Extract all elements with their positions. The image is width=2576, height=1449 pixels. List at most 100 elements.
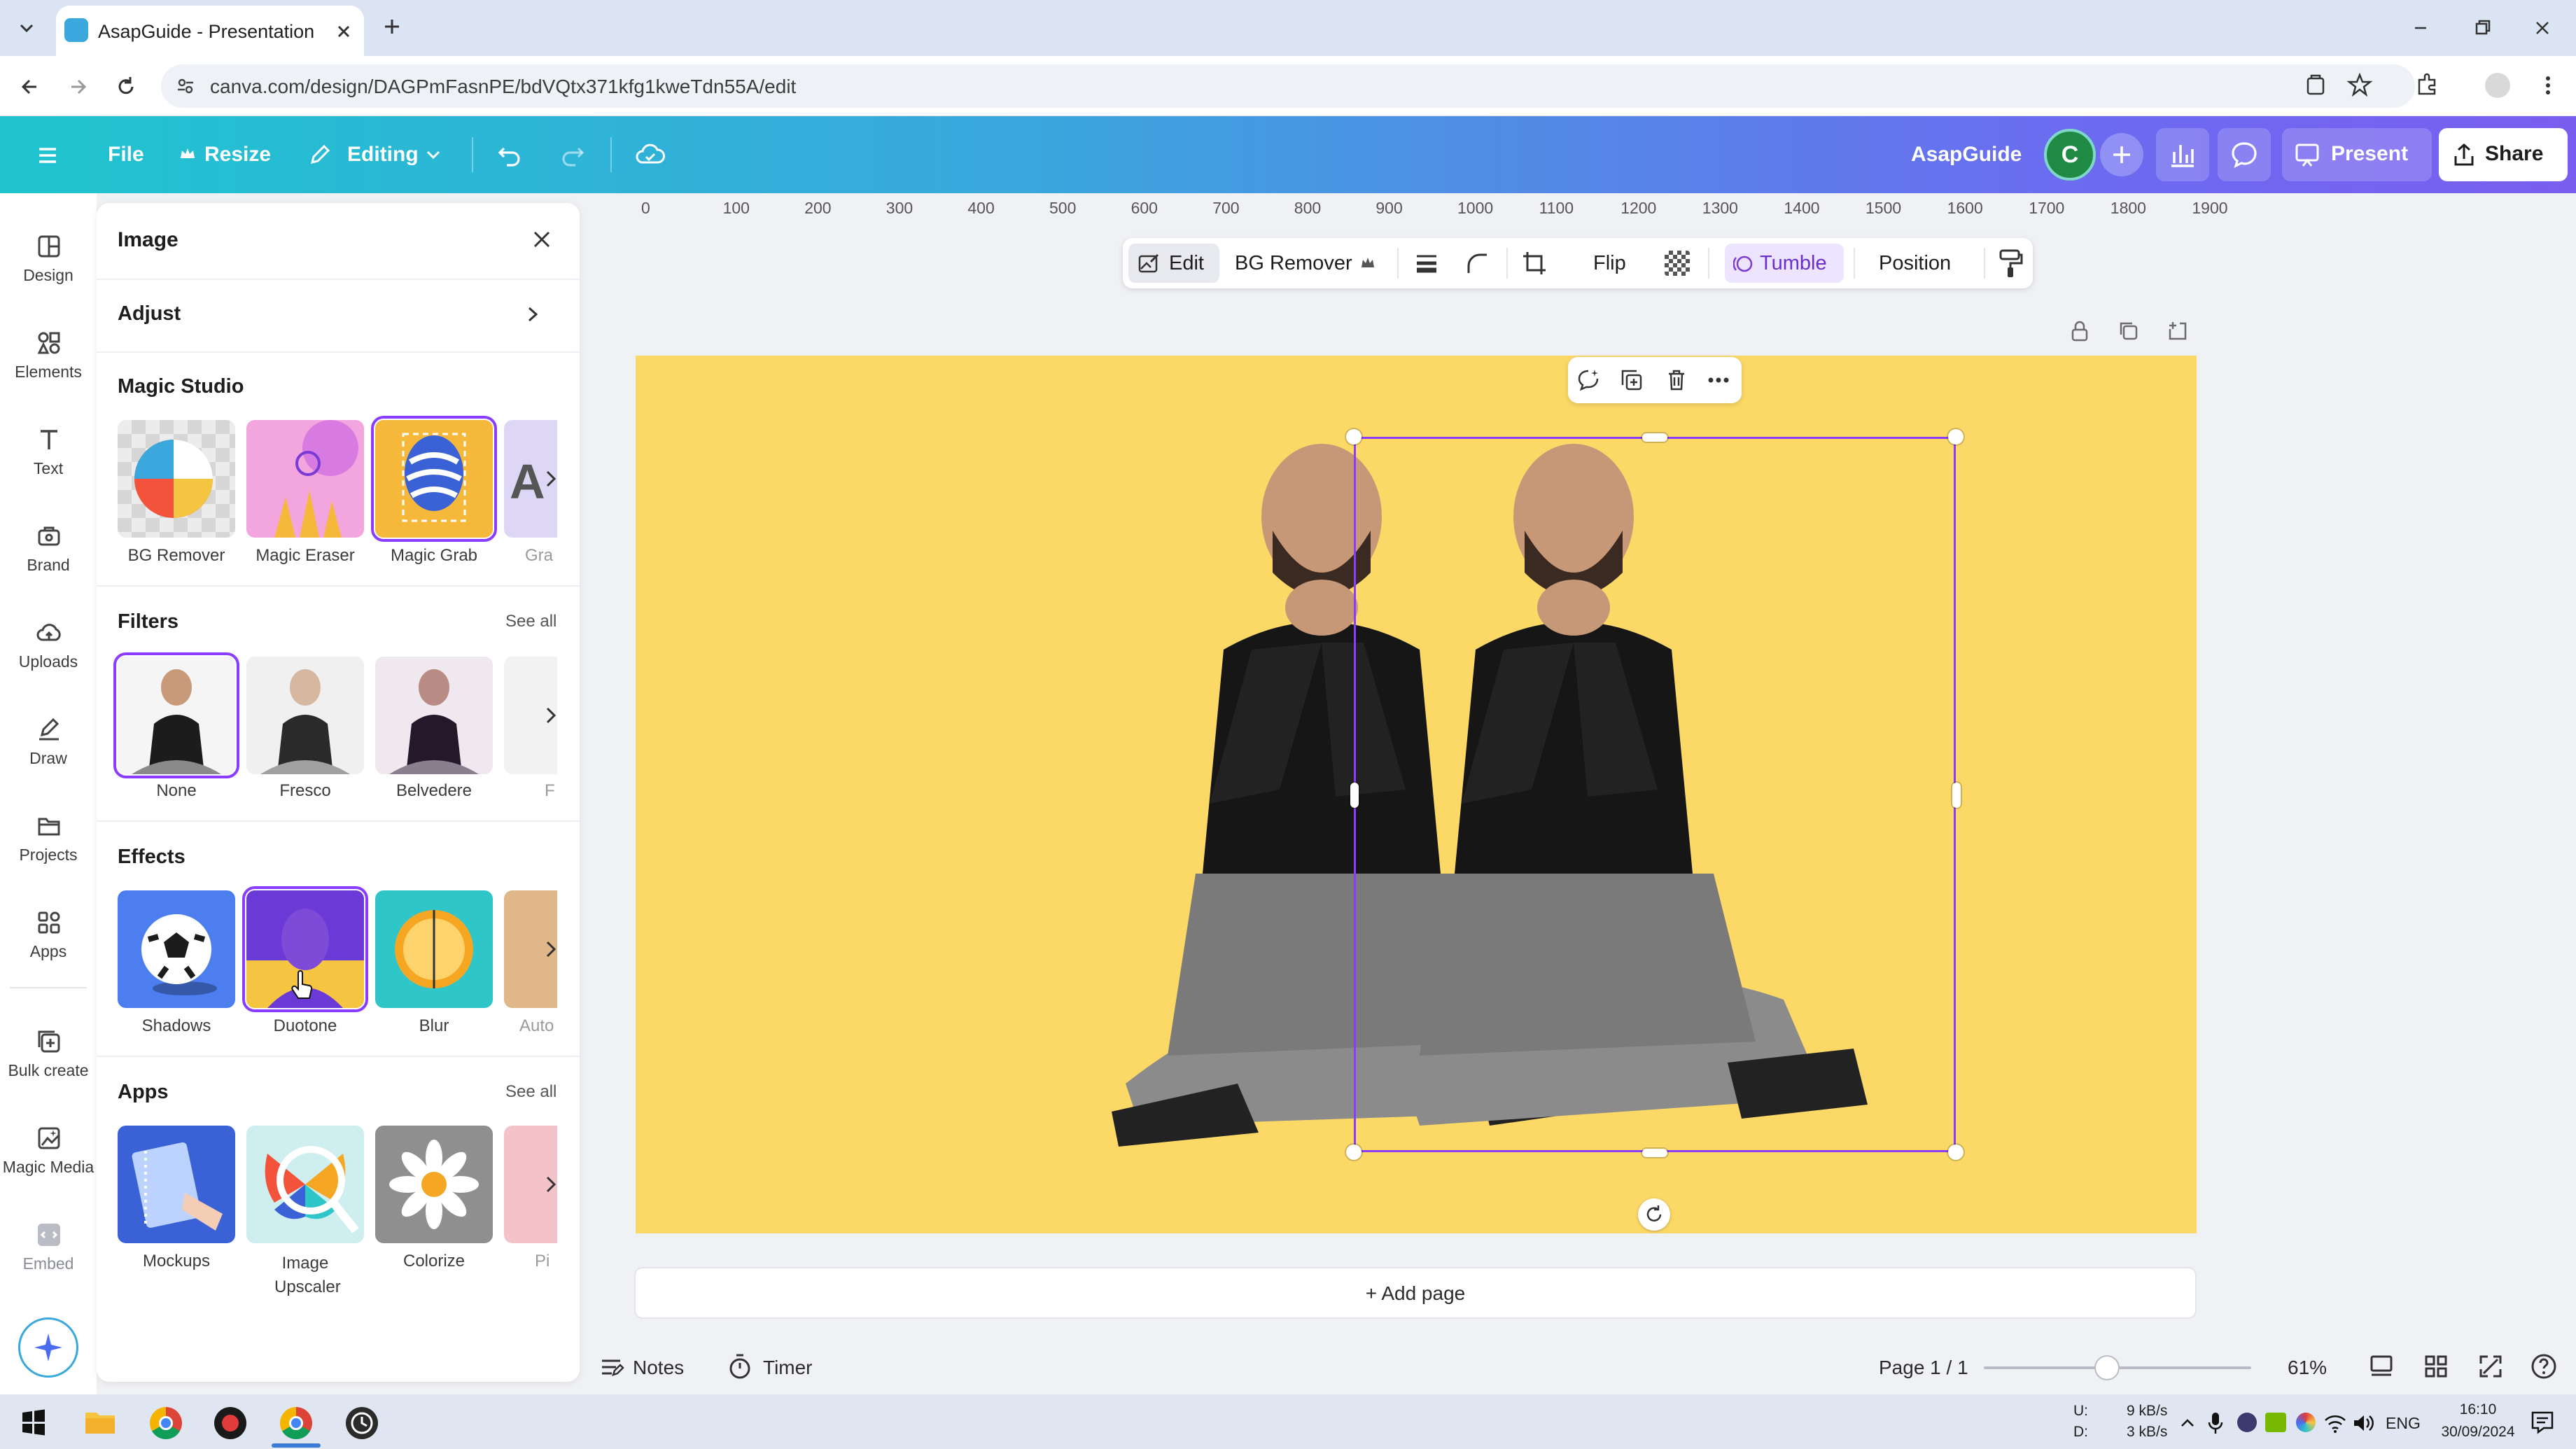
filter-fresco-thumb[interactable] [246,657,364,774]
magic-assistant-sparkle-icon[interactable] [18,1317,78,1378]
flip-button[interactable]: Flip [1593,252,1626,275]
add-page-button[interactable]: + Add page [634,1267,2197,1319]
tray-colorful-icon[interactable] [2296,1413,2316,1432]
bg-remover-thumb[interactable] [118,420,235,538]
cloud-saved-icon[interactable] [634,140,666,171]
window-close-icon[interactable] [2530,15,2555,41]
page-lock-icon[interactable] [2068,319,2092,343]
site-settings-icon[interactable] [175,76,196,97]
page-indicator[interactable]: Page 1 / 1 [1879,1357,1968,1379]
duplicate-element-icon[interactable] [1618,367,1645,393]
resize-handle-right[interactable] [1952,783,1961,808]
resize-button[interactable]: Resize [204,143,271,167]
comment-icon[interactable] [2218,128,2271,181]
more-options-icon[interactable] [1705,367,1732,393]
position-button[interactable]: Position [1879,252,1951,275]
effect-blur-thumb[interactable] [375,890,493,1008]
timer-button[interactable]: Timer [763,1357,813,1379]
rail-item-text[interactable]: Text [0,416,97,500]
edit-button[interactable]: Edit [1128,244,1219,283]
resize-handle-bottom-left[interactable] [1346,1144,1362,1160]
grid-view-icon[interactable] [2422,1352,2450,1380]
magic-eraser-thumb[interactable] [246,420,364,538]
page-view-icon[interactable] [2367,1352,2395,1380]
wifi-icon[interactable] [2324,1413,2346,1434]
tray-chevron-up-icon[interactable] [2177,1413,2198,1434]
team-name[interactable]: AsapGuide [1911,143,2022,167]
panel-close-icon[interactable] [528,225,556,253]
fullscreen-icon[interactable] [2477,1352,2505,1380]
insights-chart-icon[interactable] [2156,128,2209,181]
chrome-icon[interactable] [150,1407,182,1439]
filters-scroll-right-icon[interactable] [539,703,564,728]
apps-scroll-right-icon[interactable] [539,1172,564,1197]
clock-time[interactable]: 16:10 [2436,1401,2520,1418]
apps-see-all-link[interactable]: See all [505,1082,556,1102]
rail-item-draw[interactable]: Draw [0,706,97,790]
magic-edit-comment-icon[interactable] [1575,367,1602,393]
notifications-icon[interactable] [2530,1410,2555,1435]
rotate-handle-icon[interactable] [1638,1198,1670,1231]
filter-belvedere-thumb[interactable] [375,657,493,774]
editing-mode-button[interactable]: Editing [347,143,419,167]
rail-item-elements[interactable]: Elements [0,319,97,403]
new-tab-icon[interactable] [379,14,405,39]
filter-none-thumb[interactable] [113,652,239,778]
rail-item-projects[interactable]: Projects [0,802,97,886]
tray-app-icon[interactable] [2237,1413,2257,1432]
transparency-checker-icon[interactable] [1665,251,1690,276]
effects-scroll-right-icon[interactable] [539,937,564,962]
effect-shadows-thumb[interactable] [118,890,235,1008]
language-indicator[interactable]: ENG [2386,1414,2421,1433]
tumble-button[interactable]: Tumble [1725,244,1844,283]
resize-handle-top-left[interactable] [1346,429,1362,444]
url-text[interactable]: canva.com/design/DAGPmFasnPE/bdVQtx371kf… [210,76,796,98]
tab-list-chevron-icon[interactable] [14,15,39,41]
app-mockups-thumb[interactable] [118,1126,235,1243]
crop-icon[interactable] [1520,249,1548,277]
app-colorize-thumb[interactable] [375,1126,493,1243]
rail-item-magic-media[interactable]: Magic Media [0,1114,97,1198]
clock-date[interactable]: 30/09/2024 [2428,1424,2528,1441]
delete-trash-icon[interactable] [1663,367,1690,393]
windows-start-icon[interactable] [20,1408,48,1436]
bg-remover-button[interactable]: BG Remover [1235,252,1352,275]
undo-icon[interactable] [494,140,525,171]
file-menu-button[interactable]: File [108,143,144,167]
forward-icon[interactable] [64,73,92,101]
redo-icon[interactable] [557,140,588,171]
file-explorer-icon[interactable] [84,1407,116,1436]
resize-handle-top[interactable] [1642,433,1667,442]
resize-handle-top-right[interactable] [1948,429,1963,444]
screen-recorder-icon[interactable] [214,1407,246,1439]
resize-handle-bottom[interactable] [1642,1149,1667,1157]
resize-handle-bottom-right[interactable] [1948,1144,1963,1160]
selection-bounding-box[interactable] [1354,437,1956,1152]
copy-style-paint-roller-icon[interactable] [1996,248,2024,279]
corner-rounding-icon[interactable] [1463,249,1491,277]
filters-see-all-link[interactable]: See all [505,612,556,631]
share-button[interactable]: Share [2439,128,2568,181]
notes-button[interactable]: Notes [633,1357,684,1379]
bookmark-star-icon[interactable] [2346,71,2373,98]
volume-icon[interactable] [2352,1413,2374,1434]
timer-stopwatch-icon[interactable] [727,1352,753,1380]
adjust-row[interactable]: Adjust [97,286,580,344]
main-menu-icon[interactable] [34,141,62,169]
rail-item-bulk-create[interactable]: Bulk create [0,1018,97,1102]
notes-icon[interactable] [598,1354,624,1380]
help-icon[interactable] [2530,1352,2558,1380]
rail-item-apps[interactable]: Apps [0,899,97,983]
page-add-icon[interactable] [2166,319,2190,343]
back-icon[interactable] [15,73,43,101]
tray-nvidia-icon[interactable] [2265,1413,2286,1432]
app-image-upscaler-thumb[interactable] [246,1126,364,1243]
profile-avatar-icon[interactable] [2485,73,2510,98]
rail-item-design[interactable]: Design [0,223,97,307]
rail-item-brand[interactable]: Brand [0,512,97,596]
tab-search-icon[interactable] [2303,73,2328,98]
user-avatar[interactable]: C [2044,129,2096,181]
browser-menu-icon[interactable] [2535,73,2561,98]
border-style-icon[interactable] [1413,249,1441,277]
zoom-percentage[interactable]: 61% [2288,1357,2327,1379]
